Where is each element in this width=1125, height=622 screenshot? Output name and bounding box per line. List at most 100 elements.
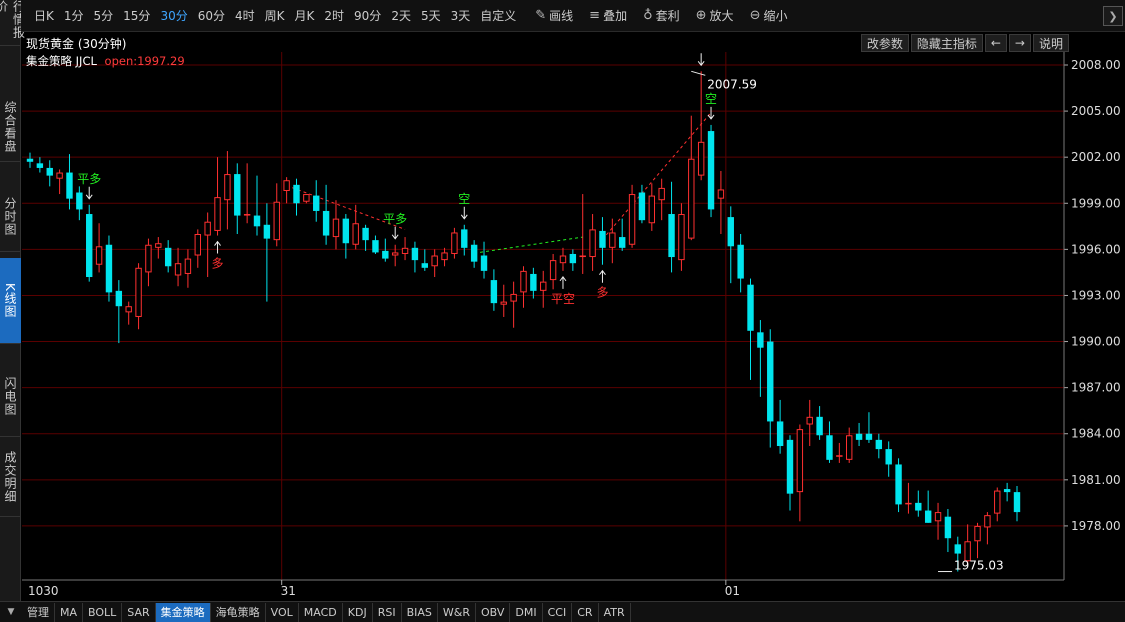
indicator-tab-0[interactable]: 管理 [22,602,55,622]
candle-body [944,516,952,539]
indicator-tab-8[interactable]: KDJ [343,602,373,622]
zoom-in-icon: ⊕ [695,8,707,23]
chart-header-buttons: 改参数 隐藏主指标 ← → 说明 [860,34,1069,52]
signal-arrow-down-icon [85,186,93,200]
period-tab-7[interactable]: 周K [265,7,285,24]
kline-chart[interactable]: 2008.00 2005.00 2002.00 1999.00 1996.00 1993.… [22,52,1125,598]
candle-body [549,260,557,281]
period-tab-12[interactable]: 5天 [421,7,441,24]
candle-body [451,232,458,254]
tool-list: ✎ 画线 ≡ 叠加 ♁ 套利 ⊕ 放大 ⊖ 缩小 [527,7,795,24]
indicator-tab-1[interactable]: MA [55,602,84,622]
period-tab-0[interactable]: 日K [34,7,54,24]
period-tab-6[interactable]: 4时 [235,7,255,24]
period-tab-2[interactable]: 5分 [94,7,114,24]
tool-button-2[interactable]: ♁ 套利 [643,7,680,24]
period-tab-11[interactable]: 2天 [391,7,411,24]
y-tick-label: 1981.00 [1071,473,1121,487]
indicator-tab-13[interactable]: DMI [510,602,543,622]
candle-body [717,189,725,199]
candle-body [638,192,646,221]
zoom-out-icon: ⊖ [749,8,761,23]
indicator-tab-11[interactable]: W&R [438,602,476,622]
candle-body [105,244,113,293]
chart-header-button-1[interactable]: 隐藏主指标 [910,34,983,52]
collapse-panel-button[interactable]: ❯ [1103,6,1123,26]
indicator-tab-16[interactable]: ATR [599,602,631,622]
period-tab-4[interactable]: 30分 [160,7,187,24]
candle-body [56,172,63,179]
indicator-tab-bar: ▼ 管理 MA BOLL SAR 集金策略 海龟策略 VOL MACD KDJ RSI BIAS W&… [0,601,1125,622]
period-tab-10[interactable]: 90分 [354,7,381,24]
candle-body [678,214,685,261]
chart-header-button-4[interactable]: 说明 [1032,34,1069,52]
candle-body [500,301,507,305]
indicator-menu-arrow-icon[interactable]: ▼ [0,607,22,617]
candle-body [293,184,300,204]
signal-label: 空 [705,92,717,106]
indicator-tab-14[interactable]: CCI [543,602,573,622]
chart-header-button-2[interactable]: ← [984,34,1007,52]
candle-body [609,232,616,248]
strategy-name: 集金策略 JJCL [26,54,97,68]
side-tab-kline[interactable]: K线图 [0,258,21,344]
period-tab-3[interactable]: 15分 [123,7,150,24]
indicator-tab-12[interactable]: OBV [476,602,511,622]
signal-label: 平多 [383,212,407,226]
candle-body [184,258,192,274]
candle-body [648,195,656,224]
candle-body [283,180,290,191]
candle-body [76,192,83,210]
indicator-tab-9[interactable]: RSI [373,602,402,622]
indicator-tab-4[interactable]: 集金策略 [155,602,211,622]
candle-body [234,174,241,216]
candle-body [1003,489,1011,493]
candle-body [727,217,734,247]
candle-body [243,214,251,216]
candle-body [688,158,695,239]
candle-body [125,306,132,313]
period-tab-13[interactable]: 3天 [451,7,471,24]
indicator-tab-10[interactable]: BIAS [402,602,438,622]
candle-body [895,464,902,505]
chart-header-button-0[interactable]: 改参数 [860,34,909,52]
indicator-tab-7[interactable]: MACD [299,602,343,622]
side-tab-quote[interactable]: 行情报价 [0,0,26,46]
signal-arrow-down-icon [460,206,468,220]
candle-body [480,255,488,271]
strategy-guide-line [474,236,583,254]
indicator-tab-6[interactable]: VOL [266,602,299,622]
candle-body [174,263,182,276]
period-tab-1[interactable]: 1分 [64,7,84,24]
y-tick-label: 2008.00 [1071,58,1121,72]
side-tab-flash[interactable]: 闪电图 [0,357,21,437]
side-tab-trades[interactable]: 成交明细 [0,437,21,517]
tool-button-3[interactable]: ⊕ 放大 [696,7,734,24]
side-tab-timeshare[interactable]: 分时图 [0,182,21,252]
y-tick-label: 1993.00 [1071,288,1121,302]
period-tab-8[interactable]: 月K [295,7,315,24]
chart-header-button-3[interactable]: → [1008,34,1031,52]
period-tab-5[interactable]: 60分 [198,7,225,24]
candle-body [46,167,53,176]
indicator-tab-5[interactable]: 海龟策略 [211,602,266,622]
candle-body [204,221,211,236]
low-price-label: 1975.03 [954,559,1004,573]
indicator-tab-3[interactable]: SAR [122,602,156,622]
tool-button-1[interactable]: ≡ 叠加 [589,7,627,24]
indicator-tab-2[interactable]: BOLL [83,602,123,622]
period-tab-14[interactable]: 自定义 [480,7,516,24]
side-tab-overview[interactable]: 综合看盘 [0,92,21,162]
candle-body [994,490,1001,514]
candle-body [441,252,448,261]
signal-arrow-down-icon [707,106,715,120]
tool-button-4[interactable]: ⊖ 缩小 [750,7,788,24]
period-tab-9[interactable]: 2时 [324,7,344,24]
candle-body [194,234,201,256]
indicator-tab-15[interactable]: CR [572,602,599,622]
signal-arrow-down-icon [391,226,399,240]
candle-body [214,197,221,231]
candle-body [401,247,409,254]
candle-body [767,341,774,422]
tool-button-0[interactable]: ✎ 画线 [535,7,573,24]
